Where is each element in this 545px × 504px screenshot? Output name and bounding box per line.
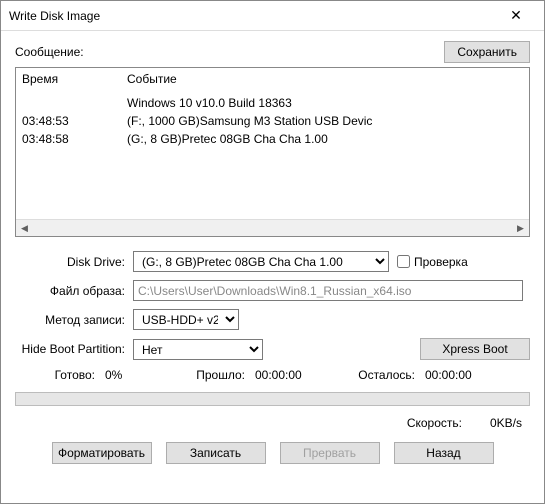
log-time: 03:48:53: [22, 112, 127, 130]
save-button[interactable]: Сохранить: [444, 41, 530, 63]
speed-label: Скорость:: [407, 416, 462, 430]
message-label: Сообщение:: [15, 45, 444, 59]
content: Сообщение: Сохранить Время Событие Windo…: [1, 31, 544, 503]
log-event: (G:, 8 GB)Pretec 08GB Cha Cha 1.00: [127, 130, 328, 148]
progress-bar: [15, 392, 530, 406]
write-method-select[interactable]: USB-HDD+ v2: [133, 309, 239, 330]
titlebar: Write Disk Image ✕: [1, 1, 544, 31]
check-input[interactable]: [397, 255, 410, 268]
button-row: Форматировать Записать Прервать Назад: [15, 442, 530, 464]
remaining-label: Осталось:: [345, 368, 425, 382]
speed-value: 0KB/s: [490, 416, 522, 430]
disk-drive-select[interactable]: (G:, 8 GB)Pretec 08GB Cha Cha 1.00: [133, 251, 389, 272]
file-image-field[interactable]: [133, 280, 523, 301]
log-header: Время Событие: [16, 68, 529, 92]
col-time: Время: [22, 72, 127, 86]
back-button[interactable]: Назад: [394, 442, 494, 464]
progress-row: Готово: 0% Прошло: 00:00:00 Осталось: 00…: [15, 368, 530, 382]
log-body: Windows 10 v10.0 Build 18363 03:48:53 (F…: [16, 92, 529, 219]
elapsed-value: 00:00:00: [255, 368, 345, 382]
log-box: Время Событие Windows 10 v10.0 Build 183…: [15, 67, 530, 237]
format-button[interactable]: Форматировать: [52, 442, 152, 464]
h-scrollbar[interactable]: ◀ ▶: [16, 219, 529, 236]
xpress-boot-button[interactable]: Xpress Boot: [420, 338, 530, 360]
ready-label: Готово:: [15, 368, 105, 382]
scroll-track[interactable]: [33, 220, 512, 236]
write-button[interactable]: Записать: [166, 442, 266, 464]
speed-row: Скорость: 0KB/s: [15, 416, 530, 430]
log-event: (F:, 1000 GB)Samsung M3 Station USB Devi…: [127, 112, 372, 130]
remaining-value: 00:00:00: [425, 368, 472, 382]
abort-button: Прервать: [280, 442, 380, 464]
scroll-left-icon[interactable]: ◀: [16, 220, 33, 237]
col-event: Событие: [127, 72, 177, 86]
form: Disk Drive: (G:, 8 GB)Pretec 08GB Cha Ch…: [15, 251, 530, 464]
hide-boot-select[interactable]: Нет: [133, 339, 263, 360]
log-time: [22, 94, 127, 112]
log-row: 03:48:53 (F:, 1000 GB)Samsung M3 Station…: [22, 112, 523, 130]
check-checkbox[interactable]: Проверка: [397, 255, 468, 269]
log-row: Windows 10 v10.0 Build 18363: [22, 94, 523, 112]
check-label: Проверка: [414, 255, 468, 269]
elapsed-label: Прошло:: [175, 368, 255, 382]
write-method-label: Метод записи:: [15, 313, 133, 327]
ready-value: 0%: [105, 368, 175, 382]
window-title: Write Disk Image: [9, 9, 496, 23]
hide-boot-label: Hide Boot Partition:: [15, 342, 133, 356]
log-row: 03:48:58 (G:, 8 GB)Pretec 08GB Cha Cha 1…: [22, 130, 523, 148]
log-event: Windows 10 v10.0 Build 18363: [127, 94, 292, 112]
close-button[interactable]: ✕: [496, 7, 536, 24]
log-time: 03:48:58: [22, 130, 127, 148]
file-image-label: Файл образа:: [15, 284, 133, 298]
scroll-right-icon[interactable]: ▶: [512, 220, 529, 237]
disk-drive-label: Disk Drive:: [15, 255, 133, 269]
